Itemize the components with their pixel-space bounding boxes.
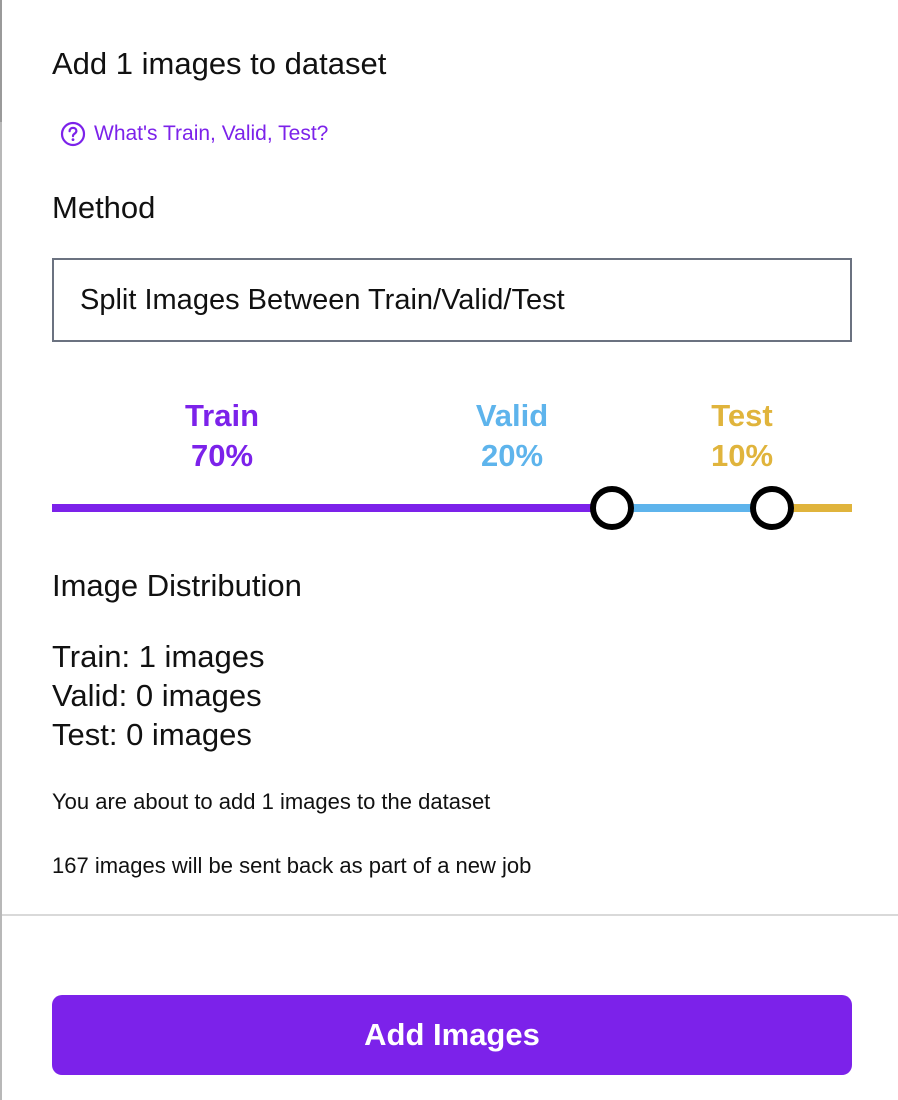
help-link[interactable]: What's Train, Valid, Test?	[60, 118, 328, 150]
train-percent: 70%	[190, 438, 254, 473]
test-count: Test: 0 images	[52, 717, 252, 752]
add-summary-note: You are about to add 1 images to the dat…	[52, 789, 491, 814]
test-split-label: Test 10%	[652, 396, 832, 476]
distribution-heading: Image Distribution	[52, 568, 302, 603]
valid-track-segment	[612, 504, 772, 512]
train-valid-slider-handle[interactable]	[590, 486, 634, 530]
method-select[interactable]: Split Images Between Train/Valid/Test	[52, 258, 852, 342]
sent-back-note: 167 images will be sent back as part of …	[52, 853, 532, 878]
valid-percent: 20%	[480, 438, 544, 473]
help-link-label: What's Train, Valid, Test?	[94, 122, 329, 145]
valid-split-label: Valid 20%	[422, 396, 602, 476]
test-percent: 10%	[710, 438, 774, 473]
divider	[2, 914, 898, 916]
valid-test-slider-handle[interactable]	[750, 486, 794, 530]
panel-edge	[0, 0, 2, 122]
add-images-panel: Add 1 images to dataset What's Train, Va…	[0, 0, 898, 1100]
train-split-label: Train 70%	[132, 396, 312, 476]
add-images-button[interactable]: Add Images	[52, 995, 852, 1075]
question-circle-icon	[60, 121, 86, 147]
valid-count: Valid: 0 images	[52, 678, 262, 713]
train-label: Train	[184, 398, 260, 433]
panel-title: Add 1 images to dataset	[52, 46, 387, 81]
train-count: Train: 1 images	[52, 639, 265, 674]
test-label: Test	[711, 398, 773, 433]
split-slider[interactable]	[52, 486, 852, 530]
valid-label: Valid	[475, 398, 549, 433]
train-track-segment	[52, 504, 612, 512]
method-label: Method	[52, 190, 156, 225]
